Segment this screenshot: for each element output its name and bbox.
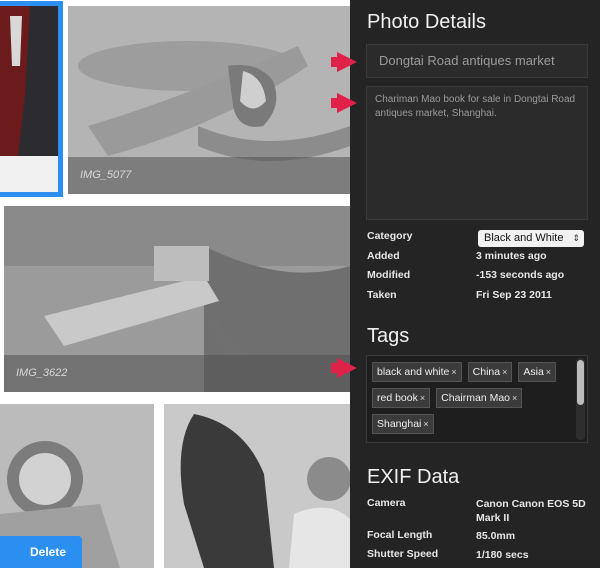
- remove-tag-icon[interactable]: ×: [546, 367, 551, 377]
- photo-thumbnail[interactable]: IMG_5077: [68, 6, 350, 194]
- modified-row: Modified -153 seconds ago: [367, 269, 589, 289]
- modified-value: -153 seconds ago: [476, 269, 565, 281]
- photo-thumbnail[interactable]: [164, 404, 350, 568]
- tag-label: red book: [377, 392, 418, 404]
- focal-length-value: 85.0mm: [476, 530, 516, 542]
- remove-tag-icon[interactable]: ×: [512, 393, 517, 403]
- remove-tag-icon[interactable]: ×: [451, 367, 456, 377]
- taken-row: Taken Fri Sep 23 2011: [367, 289, 589, 309]
- photo-details-panel: Photo Details Dongtai Road antiques mark…: [350, 0, 600, 568]
- exif-camera-row: Camera Canon Canon EOS 5D Mark II: [367, 497, 589, 529]
- shutter-speed-value: 1/180 secs: [476, 549, 529, 561]
- remove-tag-icon[interactable]: ×: [423, 419, 428, 429]
- tag-chip[interactable]: Asia ×: [518, 362, 557, 382]
- delete-button[interactable]: Delete: [0, 536, 82, 568]
- exif-shutter-row: Shutter Speed 1/180 secs: [367, 548, 589, 567]
- photo-caption: IMG_3622: [4, 355, 350, 392]
- category-select[interactable]: Black and White ⇕: [478, 230, 584, 247]
- camera-label: Camera: [367, 497, 406, 509]
- scrollbar-thumb[interactable]: [577, 360, 584, 405]
- tag-chip[interactable]: black and white ×: [372, 362, 462, 382]
- category-label: Category: [367, 230, 413, 242]
- tag-chip[interactable]: China ×: [467, 362, 513, 382]
- added-value: 3 minutes ago: [476, 249, 547, 262]
- photo-details-heading: Photo Details: [367, 11, 486, 33]
- category-select-value: Black and White: [484, 232, 564, 244]
- tag-label: Shanghai: [377, 418, 422, 430]
- title-field[interactable]: Dongtai Road antiques market: [366, 44, 588, 78]
- tags-scrollbar[interactable]: [576, 358, 585, 440]
- exif-focal-row: Focal Length 85.0mm: [367, 529, 589, 548]
- photo-image: [0, 6, 58, 192]
- pointer-arrow-icon: [331, 52, 357, 72]
- tag-label: Chairman Mao: [441, 392, 511, 404]
- added-row: Added 3 minutes ago: [367, 250, 589, 270]
- added-label: Added: [367, 249, 400, 262]
- photo-thumbnail-selected[interactable]: [0, 1, 63, 197]
- tag-label: black and white: [377, 366, 450, 378]
- remove-tag-icon[interactable]: ×: [420, 393, 425, 403]
- select-arrows-icon: ⇕: [572, 233, 580, 243]
- exif-data: Camera Canon Canon EOS 5D Mark II Focal …: [367, 497, 589, 567]
- photo-thumbnail[interactable]: IMG_3622: [4, 206, 350, 392]
- photo-caption: IMG_5077: [68, 157, 350, 194]
- tag-chip[interactable]: red book ×: [372, 388, 431, 408]
- shutter-speed-label: Shutter Speed: [367, 548, 439, 560]
- tag-label: Asia: [523, 366, 544, 378]
- tag-chip[interactable]: Shanghai ×: [372, 414, 434, 434]
- description-field[interactable]: Chariman Mao book for sale in Dongtai Ro…: [366, 86, 588, 220]
- tag-chip[interactable]: Chairman Mao ×: [436, 388, 523, 408]
- taken-value: Fri Sep 23 2011: [476, 288, 552, 301]
- taken-label: Taken: [367, 288, 397, 301]
- modified-label: Modified: [367, 269, 411, 281]
- camera-value: Canon Canon EOS 5D Mark II: [476, 498, 586, 524]
- photo-gallery: IMG_5077 IMG_3622 Delete: [0, 0, 350, 568]
- tag-list: black and white × China × Asia × red book × Chai…: [372, 362, 566, 434]
- pointer-arrow-icon: [331, 93, 357, 113]
- pointer-arrow-icon: [331, 358, 357, 378]
- tags-heading: Tags: [367, 325, 410, 347]
- remove-tag-icon[interactable]: ×: [502, 367, 507, 377]
- photo-image: [164, 404, 350, 568]
- focal-length-label: Focal Length: [367, 529, 433, 541]
- tag-label: China: [472, 366, 501, 378]
- exif-heading: EXIF Data: [367, 466, 460, 488]
- tags-input[interactable]: black and white × China × Asia × red book × Chai…: [366, 355, 588, 443]
